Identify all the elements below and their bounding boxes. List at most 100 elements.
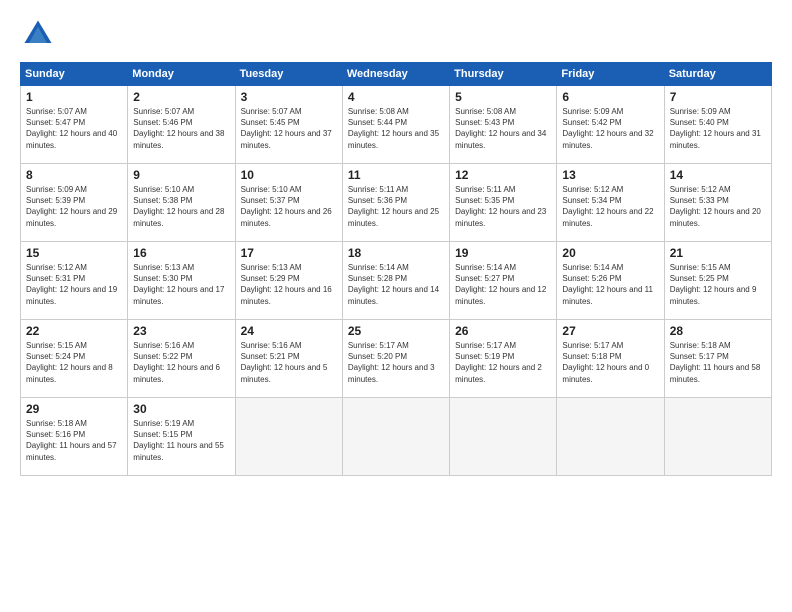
calendar-cell: 30 Sunrise: 5:19 AM Sunset: 5:15 PM Dayl… (128, 398, 235, 476)
calendar-cell: 8 Sunrise: 5:09 AM Sunset: 5:39 PM Dayli… (21, 164, 128, 242)
calendar-cell: 15 Sunrise: 5:12 AM Sunset: 5:31 PM Dayl… (21, 242, 128, 320)
day-number: 25 (348, 324, 444, 338)
day-number: 3 (241, 90, 337, 104)
day-info: Sunrise: 5:14 AM Sunset: 5:27 PM Dayligh… (455, 262, 551, 307)
day-number: 29 (26, 402, 122, 416)
day-number: 6 (562, 90, 658, 104)
day-info: Sunrise: 5:07 AM Sunset: 5:47 PM Dayligh… (26, 106, 122, 151)
day-number: 7 (670, 90, 766, 104)
calendar-week-2: 8 Sunrise: 5:09 AM Sunset: 5:39 PM Dayli… (21, 164, 772, 242)
day-info: Sunrise: 5:12 AM Sunset: 5:31 PM Dayligh… (26, 262, 122, 307)
day-number: 5 (455, 90, 551, 104)
calendar-header-saturday: Saturday (664, 63, 771, 86)
day-info: Sunrise: 5:08 AM Sunset: 5:44 PM Dayligh… (348, 106, 444, 151)
day-info: Sunrise: 5:09 AM Sunset: 5:40 PM Dayligh… (670, 106, 766, 151)
day-number: 12 (455, 168, 551, 182)
day-info: Sunrise: 5:07 AM Sunset: 5:46 PM Dayligh… (133, 106, 229, 151)
calendar-header-tuesday: Tuesday (235, 63, 342, 86)
day-info: Sunrise: 5:07 AM Sunset: 5:45 PM Dayligh… (241, 106, 337, 151)
calendar-cell (450, 398, 557, 476)
day-number: 19 (455, 246, 551, 260)
calendar-cell: 16 Sunrise: 5:13 AM Sunset: 5:30 PM Dayl… (128, 242, 235, 320)
day-number: 23 (133, 324, 229, 338)
day-info: Sunrise: 5:18 AM Sunset: 5:16 PM Dayligh… (26, 418, 122, 463)
day-number: 16 (133, 246, 229, 260)
day-info: Sunrise: 5:11 AM Sunset: 5:35 PM Dayligh… (455, 184, 551, 229)
header (20, 16, 772, 52)
day-info: Sunrise: 5:12 AM Sunset: 5:34 PM Dayligh… (562, 184, 658, 229)
day-number: 27 (562, 324, 658, 338)
day-info: Sunrise: 5:09 AM Sunset: 5:39 PM Dayligh… (26, 184, 122, 229)
day-info: Sunrise: 5:14 AM Sunset: 5:28 PM Dayligh… (348, 262, 444, 307)
day-number: 20 (562, 246, 658, 260)
calendar-cell: 9 Sunrise: 5:10 AM Sunset: 5:38 PM Dayli… (128, 164, 235, 242)
calendar-cell: 18 Sunrise: 5:14 AM Sunset: 5:28 PM Dayl… (342, 242, 449, 320)
day-number: 2 (133, 90, 229, 104)
calendar-cell (557, 398, 664, 476)
day-info: Sunrise: 5:10 AM Sunset: 5:38 PM Dayligh… (133, 184, 229, 229)
logo-icon (20, 16, 56, 52)
calendar-cell: 11 Sunrise: 5:11 AM Sunset: 5:36 PM Dayl… (342, 164, 449, 242)
calendar-header-thursday: Thursday (450, 63, 557, 86)
day-info: Sunrise: 5:17 AM Sunset: 5:20 PM Dayligh… (348, 340, 444, 385)
calendar-cell: 14 Sunrise: 5:12 AM Sunset: 5:33 PM Dayl… (664, 164, 771, 242)
calendar-cell: 27 Sunrise: 5:17 AM Sunset: 5:18 PM Dayl… (557, 320, 664, 398)
day-info: Sunrise: 5:13 AM Sunset: 5:30 PM Dayligh… (133, 262, 229, 307)
calendar-cell: 10 Sunrise: 5:10 AM Sunset: 5:37 PM Dayl… (235, 164, 342, 242)
calendar-week-5: 29 Sunrise: 5:18 AM Sunset: 5:16 PM Dayl… (21, 398, 772, 476)
day-info: Sunrise: 5:12 AM Sunset: 5:33 PM Dayligh… (670, 184, 766, 229)
day-number: 30 (133, 402, 229, 416)
day-info: Sunrise: 5:08 AM Sunset: 5:43 PM Dayligh… (455, 106, 551, 151)
calendar-header-friday: Friday (557, 63, 664, 86)
day-number: 21 (670, 246, 766, 260)
day-info: Sunrise: 5:19 AM Sunset: 5:15 PM Dayligh… (133, 418, 229, 463)
day-info: Sunrise: 5:17 AM Sunset: 5:18 PM Dayligh… (562, 340, 658, 385)
day-info: Sunrise: 5:16 AM Sunset: 5:21 PM Dayligh… (241, 340, 337, 385)
day-info: Sunrise: 5:15 AM Sunset: 5:25 PM Dayligh… (670, 262, 766, 307)
day-number: 14 (670, 168, 766, 182)
day-info: Sunrise: 5:18 AM Sunset: 5:17 PM Dayligh… (670, 340, 766, 385)
calendar-table: SundayMondayTuesdayWednesdayThursdayFrid… (20, 62, 772, 476)
calendar-header-wednesday: Wednesday (342, 63, 449, 86)
day-number: 11 (348, 168, 444, 182)
calendar-cell: 26 Sunrise: 5:17 AM Sunset: 5:19 PM Dayl… (450, 320, 557, 398)
calendar-cell: 29 Sunrise: 5:18 AM Sunset: 5:16 PM Dayl… (21, 398, 128, 476)
calendar-week-3: 15 Sunrise: 5:12 AM Sunset: 5:31 PM Dayl… (21, 242, 772, 320)
day-number: 22 (26, 324, 122, 338)
day-number: 13 (562, 168, 658, 182)
calendar-header-sunday: Sunday (21, 63, 128, 86)
calendar-cell (664, 398, 771, 476)
day-number: 9 (133, 168, 229, 182)
calendar-cell: 5 Sunrise: 5:08 AM Sunset: 5:43 PM Dayli… (450, 86, 557, 164)
calendar-week-4: 22 Sunrise: 5:15 AM Sunset: 5:24 PM Dayl… (21, 320, 772, 398)
page: SundayMondayTuesdayWednesdayThursdayFrid… (0, 0, 792, 612)
calendar-cell (342, 398, 449, 476)
calendar-cell: 3 Sunrise: 5:07 AM Sunset: 5:45 PM Dayli… (235, 86, 342, 164)
calendar-cell: 12 Sunrise: 5:11 AM Sunset: 5:35 PM Dayl… (450, 164, 557, 242)
calendar-header-row: SundayMondayTuesdayWednesdayThursdayFrid… (21, 63, 772, 86)
calendar-cell: 2 Sunrise: 5:07 AM Sunset: 5:46 PM Dayli… (128, 86, 235, 164)
day-info: Sunrise: 5:16 AM Sunset: 5:22 PM Dayligh… (133, 340, 229, 385)
calendar-cell (235, 398, 342, 476)
day-info: Sunrise: 5:13 AM Sunset: 5:29 PM Dayligh… (241, 262, 337, 307)
day-info: Sunrise: 5:14 AM Sunset: 5:26 PM Dayligh… (562, 262, 658, 307)
day-info: Sunrise: 5:11 AM Sunset: 5:36 PM Dayligh… (348, 184, 444, 229)
calendar-cell: 4 Sunrise: 5:08 AM Sunset: 5:44 PM Dayli… (342, 86, 449, 164)
calendar-cell: 6 Sunrise: 5:09 AM Sunset: 5:42 PM Dayli… (557, 86, 664, 164)
day-info: Sunrise: 5:09 AM Sunset: 5:42 PM Dayligh… (562, 106, 658, 151)
calendar-cell: 22 Sunrise: 5:15 AM Sunset: 5:24 PM Dayl… (21, 320, 128, 398)
day-number: 10 (241, 168, 337, 182)
calendar-cell: 1 Sunrise: 5:07 AM Sunset: 5:47 PM Dayli… (21, 86, 128, 164)
day-number: 18 (348, 246, 444, 260)
day-info: Sunrise: 5:15 AM Sunset: 5:24 PM Dayligh… (26, 340, 122, 385)
day-number: 8 (26, 168, 122, 182)
day-info: Sunrise: 5:17 AM Sunset: 5:19 PM Dayligh… (455, 340, 551, 385)
calendar-week-1: 1 Sunrise: 5:07 AM Sunset: 5:47 PM Dayli… (21, 86, 772, 164)
calendar-cell: 23 Sunrise: 5:16 AM Sunset: 5:22 PM Dayl… (128, 320, 235, 398)
calendar-cell: 19 Sunrise: 5:14 AM Sunset: 5:27 PM Dayl… (450, 242, 557, 320)
day-info: Sunrise: 5:10 AM Sunset: 5:37 PM Dayligh… (241, 184, 337, 229)
day-number: 24 (241, 324, 337, 338)
day-number: 15 (26, 246, 122, 260)
calendar-cell: 17 Sunrise: 5:13 AM Sunset: 5:29 PM Dayl… (235, 242, 342, 320)
day-number: 4 (348, 90, 444, 104)
